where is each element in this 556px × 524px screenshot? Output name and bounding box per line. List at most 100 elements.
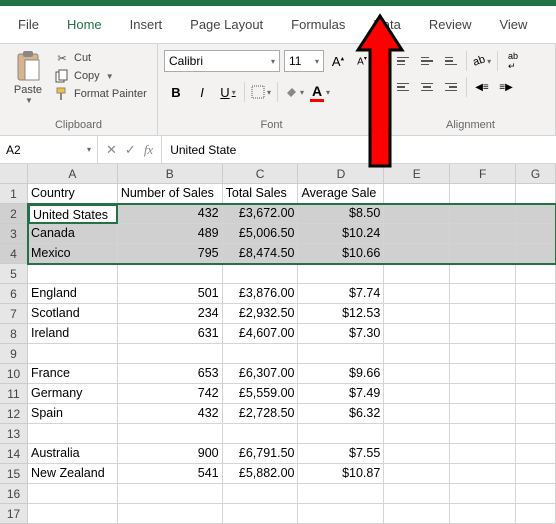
cell[interactable]	[516, 224, 556, 244]
cell[interactable]: £5,006.50	[223, 224, 299, 244]
cell[interactable]	[384, 504, 450, 524]
column-header[interactable]: A	[28, 164, 118, 184]
row-header[interactable]: 2	[0, 204, 28, 224]
cell[interactable]: Total Sales	[223, 184, 299, 204]
cell[interactable]: $9.66	[298, 364, 384, 384]
cell[interactable]	[516, 324, 556, 344]
cell[interactable]	[28, 504, 118, 524]
cell[interactable]	[450, 464, 516, 484]
bold-button[interactable]: B	[164, 80, 188, 104]
fill-color-button[interactable]: ▾	[282, 85, 306, 99]
formula-bar[interactable]: United State	[161, 136, 556, 163]
cell[interactable]	[516, 504, 556, 524]
cell[interactable]	[384, 224, 450, 244]
cell[interactable]: £3,672.00	[223, 204, 299, 224]
cell[interactable]: 489	[118, 224, 223, 244]
cell[interactable]	[384, 364, 450, 384]
cell[interactable]	[450, 344, 516, 364]
align-bottom-button[interactable]	[440, 50, 462, 72]
tab-review[interactable]: Review	[415, 9, 486, 40]
cell[interactable]	[298, 344, 384, 364]
cell[interactable]	[516, 364, 556, 384]
cell[interactable]: $10.24	[298, 224, 384, 244]
row-header[interactable]: 14	[0, 444, 28, 464]
cell[interactable]	[450, 364, 516, 384]
cell[interactable]	[384, 404, 450, 424]
cell[interactable]	[384, 184, 450, 204]
cell[interactable]: Scotland	[28, 304, 118, 324]
cell[interactable]: £2,932.50	[223, 304, 299, 324]
cut-button[interactable]: ✂ Cut	[54, 50, 147, 66]
cell[interactable]	[28, 264, 118, 284]
align-middle-button[interactable]	[416, 50, 438, 72]
cell[interactable]	[450, 324, 516, 344]
decrease-font-button[interactable]: A▾	[352, 50, 372, 72]
row-header[interactable]: 1	[0, 184, 28, 204]
row-header[interactable]: 16	[0, 484, 28, 504]
cell[interactable]	[118, 264, 223, 284]
cell[interactable]: 631	[118, 324, 223, 344]
cell[interactable]	[384, 484, 450, 504]
cell[interactable]: $7.30	[298, 324, 384, 344]
cell[interactable]	[450, 384, 516, 404]
cell[interactable]	[384, 304, 450, 324]
cell[interactable]: 432	[118, 404, 223, 424]
fx-icon[interactable]: fx	[144, 142, 153, 158]
tab-data[interactable]: Data	[359, 9, 414, 40]
font-color-button[interactable]: A▾	[308, 83, 332, 102]
cell[interactable]: £6,791.50	[223, 444, 299, 464]
column-header[interactable]: E	[384, 164, 450, 184]
cell[interactable]	[516, 424, 556, 444]
row-header[interactable]: 11	[0, 384, 28, 404]
cell[interactable]	[516, 244, 556, 264]
cell[interactable]: Germany	[28, 384, 118, 404]
cell[interactable]	[384, 464, 450, 484]
cell[interactable]	[384, 284, 450, 304]
cell[interactable]	[223, 504, 299, 524]
spreadsheet-grid[interactable]: ABCDEFG 1234567891011121314151617 United…	[0, 164, 556, 524]
cell[interactable]: $10.66	[298, 244, 384, 264]
cell[interactable]	[384, 204, 450, 224]
row-header[interactable]: 15	[0, 464, 28, 484]
row-header[interactable]: 3	[0, 224, 28, 244]
cell[interactable]	[450, 304, 516, 324]
cell[interactable]	[223, 264, 299, 284]
cell[interactable]	[516, 204, 556, 224]
column-header[interactable]: D	[298, 164, 384, 184]
cell[interactable]	[384, 444, 450, 464]
borders-button[interactable]: ▾	[249, 85, 273, 99]
cell[interactable]	[384, 264, 450, 284]
cell[interactable]	[223, 344, 299, 364]
tab-home[interactable]: Home	[53, 9, 116, 40]
cell[interactable]	[384, 324, 450, 344]
cell[interactable]: £6,307.00	[223, 364, 299, 384]
cell[interactable]	[450, 204, 516, 224]
decrease-indent-button[interactable]: ◀≡	[471, 76, 493, 98]
cell[interactable]	[223, 424, 299, 444]
row-header[interactable]: 5	[0, 264, 28, 284]
cell[interactable]	[223, 484, 299, 504]
cell[interactable]	[28, 484, 118, 504]
cell[interactable]	[450, 404, 516, 424]
cell[interactable]	[384, 424, 450, 444]
cell[interactable]	[28, 424, 118, 444]
cell[interactable]	[118, 484, 223, 504]
cell[interactable]	[118, 504, 223, 524]
cell[interactable]: Australia	[28, 444, 118, 464]
cell[interactable]	[516, 344, 556, 364]
cell[interactable]: 900	[118, 444, 223, 464]
cell[interactable]	[450, 224, 516, 244]
tab-formulas[interactable]: Formulas	[277, 9, 359, 40]
cancel-formula-button[interactable]: ✕	[106, 142, 117, 158]
cell[interactable]	[298, 424, 384, 444]
cell[interactable]: Ireland	[28, 324, 118, 344]
cell[interactable]	[516, 444, 556, 464]
italic-button[interactable]: I	[190, 80, 214, 104]
cell[interactable]	[28, 344, 118, 364]
row-header[interactable]: 6	[0, 284, 28, 304]
cell[interactable]: £3,876.00	[223, 284, 299, 304]
cell[interactable]	[450, 244, 516, 264]
cell[interactable]	[516, 284, 556, 304]
cell[interactable]	[516, 484, 556, 504]
cell[interactable]	[450, 184, 516, 204]
